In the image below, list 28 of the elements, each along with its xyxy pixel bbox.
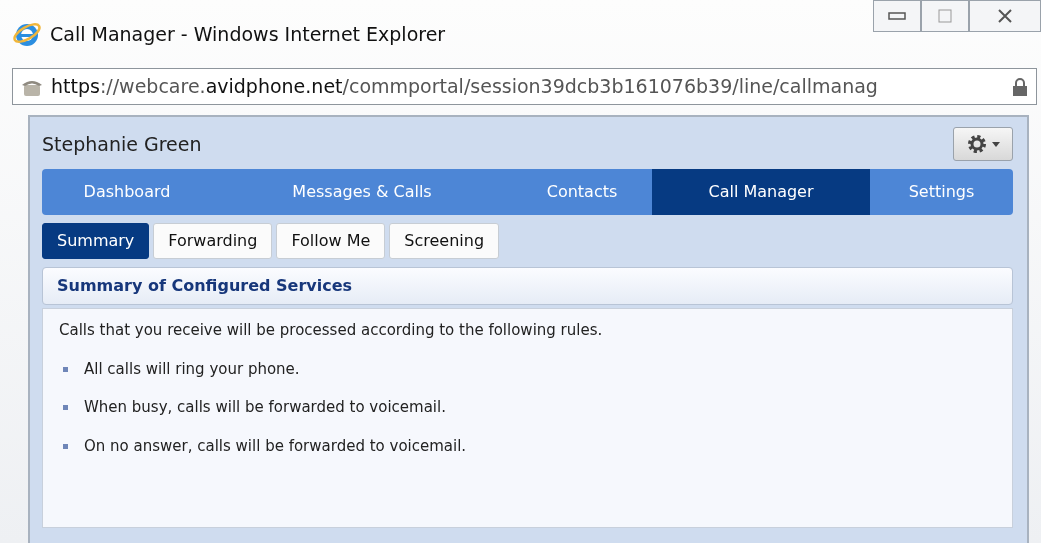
rule-text: When busy, calls will be forwarded to voicemail. [84, 397, 446, 419]
rule-text: On no answer, calls will be forwarded to voicemail. [84, 435, 467, 457]
intro-text: Calls that you receive will be processed according to the following rules. [59, 320, 604, 342]
user-name: Stephanie Green [42, 132, 202, 158]
sub-tab[interactable]: Forwarding [153, 223, 273, 260]
bullet-icon [63, 443, 68, 449]
nav-tab[interactable]: Messages & Calls [212, 169, 512, 216]
minimize-icon [888, 12, 906, 20]
nav-tab[interactable]: Call Manager [652, 169, 870, 216]
bullet-icon [63, 405, 68, 411]
sub-tab[interactable]: Summary [42, 223, 150, 260]
nav-tab[interactable]: Dashboard [42, 169, 212, 216]
nav-tab[interactable]: Contacts [512, 169, 652, 216]
close-icon [997, 8, 1013, 24]
close-button[interactable] [969, 0, 1041, 32]
caret-icon [992, 141, 1000, 147]
maximize-icon [938, 9, 952, 23]
lock-icon [1012, 76, 1028, 97]
sub-tab[interactable]: Screening [389, 223, 500, 260]
minimize-button[interactable] [873, 0, 921, 32]
settings-menu-button[interactable] [953, 127, 1013, 162]
window-title: Call Manager - Windows Internet Explorer [50, 21, 446, 47]
sub-tab[interactable]: Follow Me [276, 223, 386, 260]
section-heading: Summary of Configured Services [42, 267, 1013, 306]
rule-text: All calls will ring your phone. [84, 358, 300, 380]
settings-icon [966, 133, 988, 156]
bullet-icon [63, 366, 68, 372]
nav-tab[interactable]: Settings [870, 169, 1013, 216]
